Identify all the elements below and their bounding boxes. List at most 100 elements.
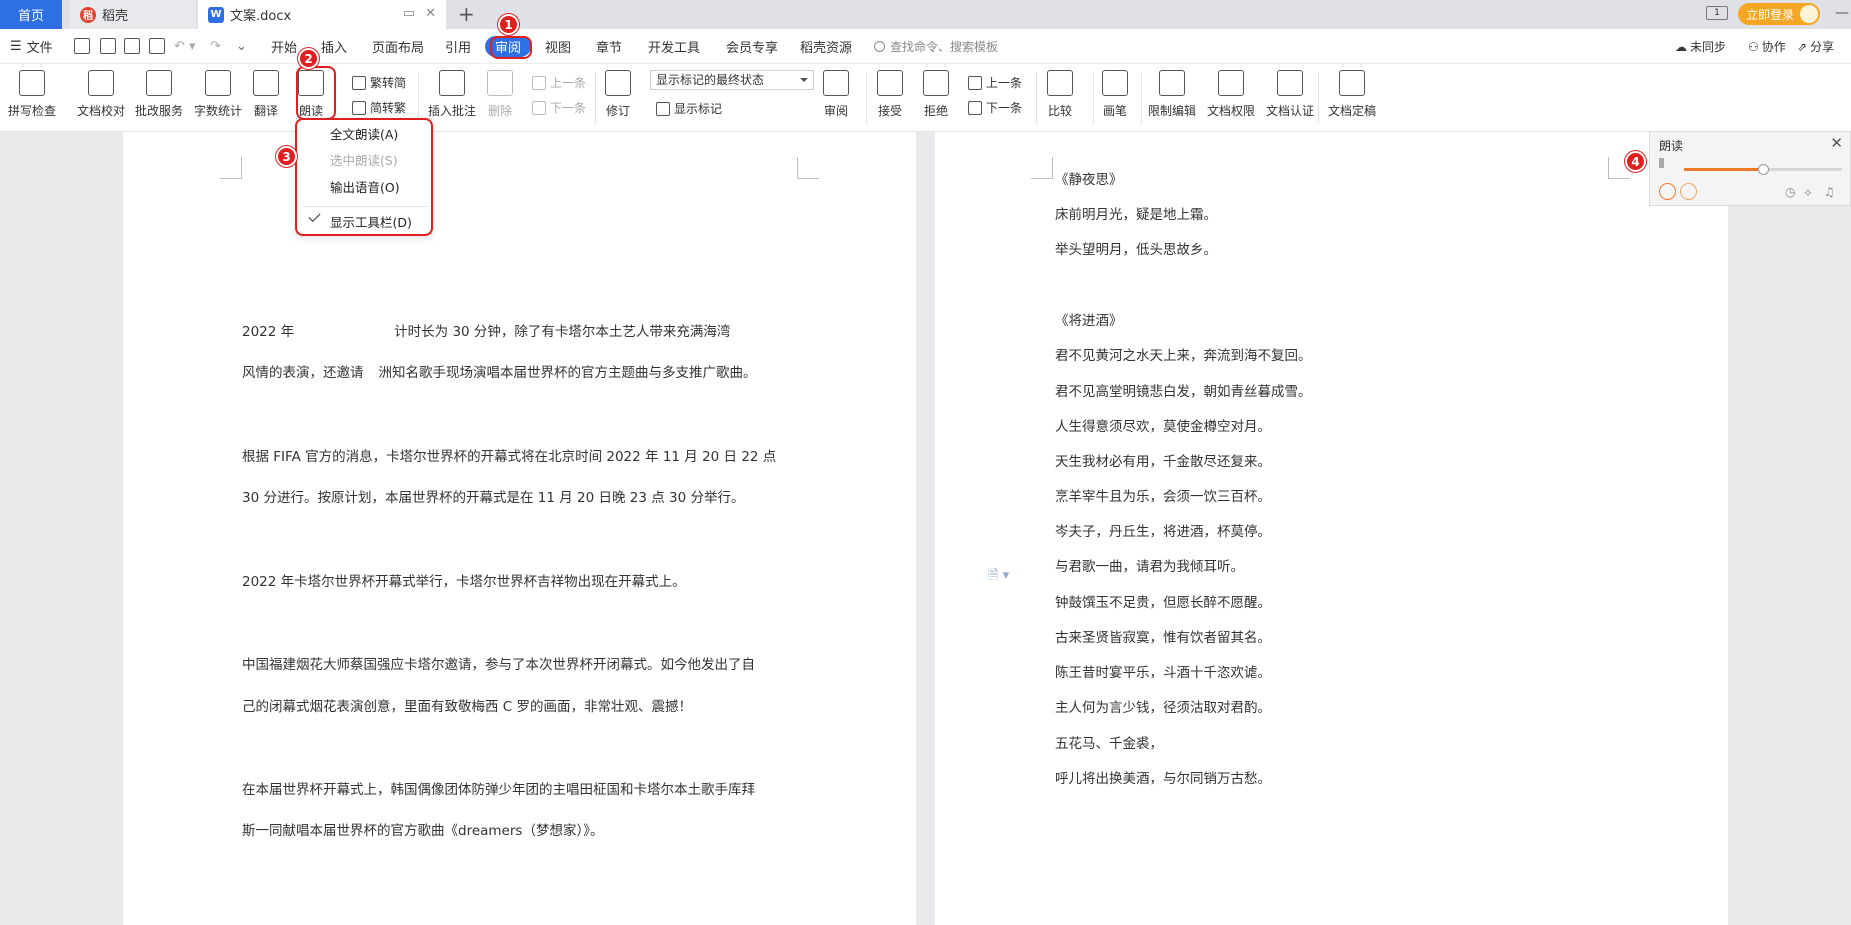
reject-icon [923,70,949,96]
tab-document-label: 文案.docx [230,9,292,24]
translate-button[interactable]: 翻译 [253,70,279,119]
poem-line: 陈王昔时宴平乐，斗酒十千恣欢谑。 [1055,665,1271,681]
spell-check-icon [19,70,45,96]
play-icon[interactable] [1659,183,1676,200]
accept-button[interactable]: 接受 [877,70,903,119]
paragraph-marker-icon[interactable]: 🗎 ▾ [988,566,1009,588]
menu-page-layout[interactable]: 页面布局 [372,29,424,64]
reject-button[interactable]: 拒绝 [923,70,949,119]
menu-daoke-resources[interactable]: 稻壳资源 [800,29,852,64]
voice-select-icon[interactable]: ♫ [1824,185,1835,199]
restrict-edit-button[interactable]: 限制编辑 [1148,70,1196,119]
next-comment-button[interactable]: 下一条 [532,99,586,116]
document-page-2[interactable]: 《静夜思》 床前明月光，疑是地上霜。 举头望明月，低头思故乡。 《将进酒》 君不见黄河之… [935,132,1728,925]
menu-start[interactable]: 开始 [271,29,297,64]
collab-label: 协作 [1761,40,1786,54]
spell-check-button[interactable]: 拼写检查 [8,70,56,119]
stop-icon[interactable] [1680,183,1697,200]
doc-finalize-label: 文档定稿 [1328,104,1377,118]
voice-tone-icon[interactable]: ⟡ [1804,185,1812,200]
proofread-button[interactable]: 文档校对 [77,70,125,119]
redo-icon[interactable]: ↷ [210,29,221,64]
pen-button[interactable]: 画笔 [1102,70,1128,119]
collab-button[interactable]: ⚇ 协作 [1748,29,1786,64]
speed-icon[interactable]: ◷ [1785,185,1795,199]
tab-document[interactable]: W 文案.docx ▭ ✕ [198,0,446,29]
login-button[interactable]: 立即登录 [1738,3,1820,25]
volume-slider-handle[interactable] [1758,164,1769,175]
prev-change-icon [968,75,982,90]
compare-label: 比较 [1047,104,1072,118]
close-icon[interactable]: ✕ [1830,134,1843,152]
doc-permission-label: 文档权限 [1207,104,1256,118]
menu-view[interactable]: 视图 [545,29,571,64]
poem-line: 与君歌一曲，请君为我倾耳听。 [1055,559,1244,575]
permission-icon [1218,70,1244,96]
poem-line: 床前明月光，疑是地上霜。 [1055,207,1217,223]
delete-comment-button[interactable]: 删除 [487,70,513,119]
hamburger-icon: ☰ [10,39,22,54]
print-icon[interactable] [124,38,140,54]
tab-float-icon[interactable]: ▭ [403,6,415,21]
tab-daoke[interactable]: 稻 稻壳 [70,0,196,29]
doc-finalize-button[interactable]: 文档定稿 [1328,70,1376,119]
volume-slider[interactable] [1684,164,1842,175]
revise-icon [605,70,631,96]
insert-comment-label: 插入批注 [428,104,477,118]
trad-to-simp-button[interactable]: 繁转简 [352,74,406,91]
proofread-label: 文档校对 [77,104,126,118]
layout-switch-icon[interactable]: 1 [1706,6,1728,20]
tab-close-icon[interactable]: ✕ [425,6,436,21]
restrict-edit-label: 限制编辑 [1148,104,1197,118]
prev-comment-button[interactable]: 上一条 [532,74,586,91]
revise-service-button[interactable]: 批改服务 [135,70,183,119]
show-markup-button[interactable]: 显示标记 [656,100,722,117]
doc-permission-button[interactable]: 文档权限 [1207,70,1255,119]
menu-member[interactable]: 会员专享 [726,29,778,64]
markup-state-select[interactable]: 显示标记的最终状态 [650,70,814,90]
poem-line: 举头望明月，低头思故乡。 [1055,242,1217,258]
revise-button[interactable]: 修订 [605,70,631,119]
next-comment-icon [532,100,546,115]
share-label: 分享 [1810,40,1835,54]
highlight-read-aloud [296,66,336,120]
compare-button[interactable]: 比较 [1047,70,1073,119]
menu-chapter[interactable]: 章节 [596,29,622,64]
menu-references[interactable]: 引用 [445,29,471,64]
paragraph-line: 2022 年卡塔尔世界杯开幕式举行，卡塔尔世界杯吉祥物出现在开幕式上。 [242,574,686,590]
doc-certify-button[interactable]: 文档认证 [1266,70,1314,119]
save-icon[interactable] [74,38,90,54]
review-pane-icon [823,70,849,96]
document-page-1[interactable]: 2022 年计时长为 30 分钟，除了有卡塔尔本土艺人带来充满海湾 风情的表演，… [123,132,916,925]
file-menu[interactable]: ☰ 文件 [10,29,53,64]
quick-access-more-icon[interactable]: ⌄ [236,29,247,64]
tab-home[interactable]: 首页 [0,0,62,29]
export-pdf-icon[interactable] [100,38,116,54]
next-change-button[interactable]: 下一条 [968,99,1022,116]
daoke-logo-icon: 稻 [80,6,96,23]
insert-comment-button[interactable]: 插入批注 [428,70,476,119]
menu-insert[interactable]: 插入 [321,29,347,64]
share-button[interactable]: ⇗ 分享 [1797,29,1834,64]
ribbon-divider [1036,72,1037,124]
crop-mark [797,157,819,179]
login-label: 立即登录 [1746,7,1795,22]
reject-label: 拒绝 [923,104,948,118]
spell-check-label: 拼写检查 [8,104,57,118]
prev-change-button[interactable]: 上一条 [968,74,1022,91]
review-pane-button[interactable]: 审阅 [823,70,849,119]
undo-icon[interactable]: ↶ ▾ [174,29,196,64]
menu-dev-tools[interactable]: 开发工具 [648,29,700,64]
print-preview-icon[interactable] [149,38,165,54]
revise-label: 修订 [605,104,630,118]
step-badge-2: 2 [298,48,319,69]
word-count-button[interactable]: 字数统计 [194,70,242,119]
window-minimize-icon[interactable]: — [1835,5,1849,21]
trad-to-simp-label: 繁转简 [370,76,407,90]
new-tab-button[interactable]: + [458,2,475,26]
file-menu-label: 文件 [26,41,53,56]
sync-status[interactable]: ☁ 未同步 [1675,29,1726,64]
simp-to-trad-button[interactable]: 简转繁 [352,99,406,116]
trad-to-simp-icon [352,75,366,90]
command-search[interactable]: 查找命令、搜索模板 [874,29,998,64]
